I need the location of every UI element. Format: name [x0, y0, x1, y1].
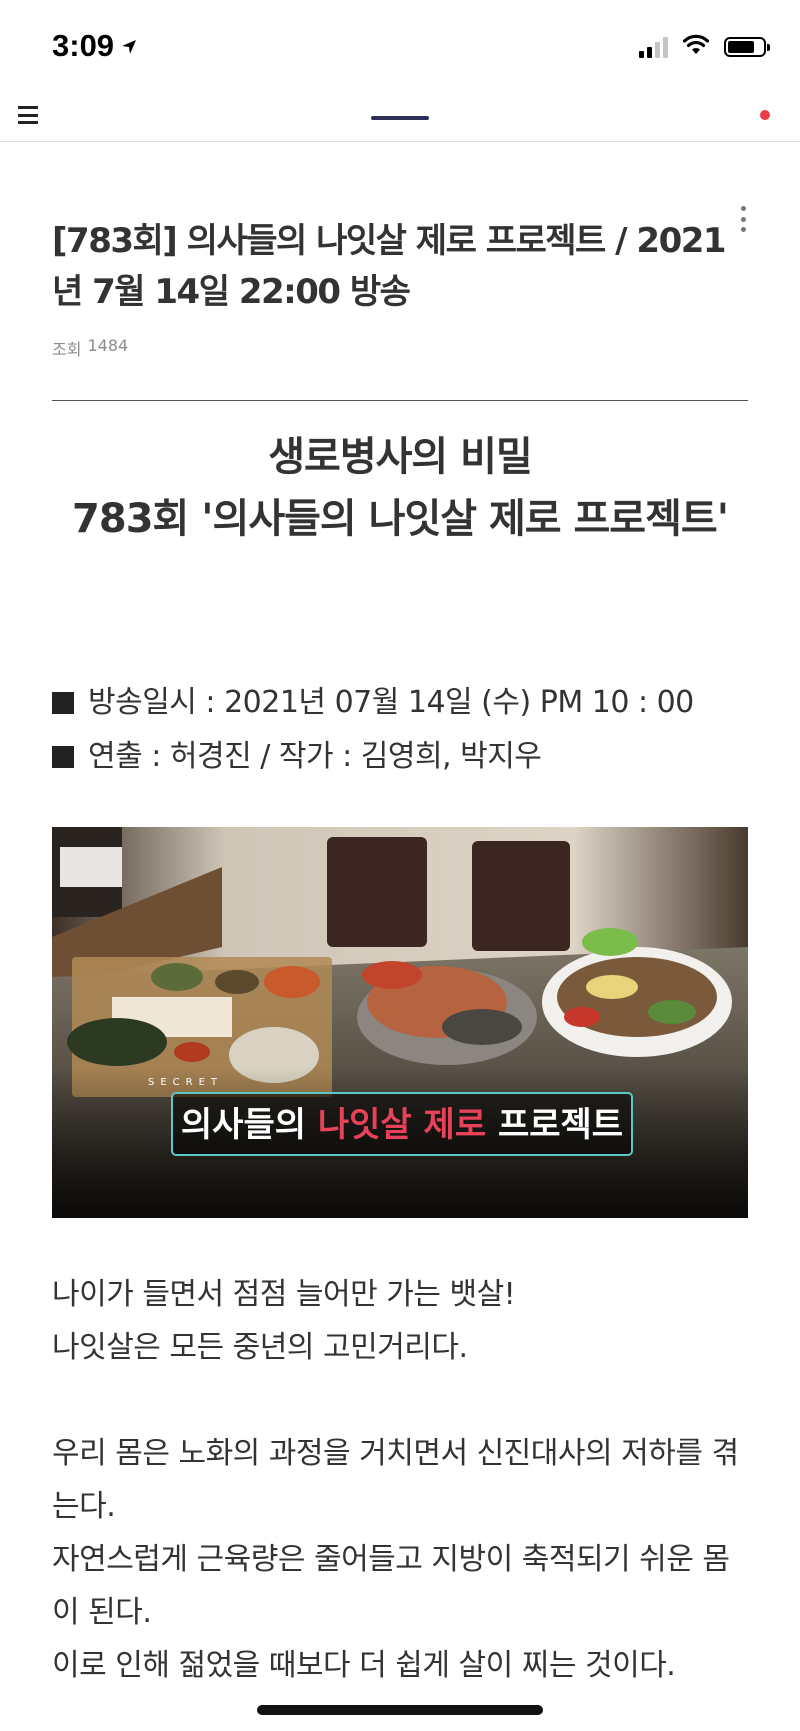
broadcast-date-line: 방송일시 : 2021년 07월 14일 (수) PM 10 : 00 — [52, 676, 762, 730]
cellular-signal-icon — [639, 36, 668, 58]
black-square-icon — [52, 746, 74, 768]
program-heading: 생로병사의 비밀 783회 '의사들의 나잇살 제로 프로젝트' — [52, 426, 748, 550]
broadcast-info: 방송일시 : 2021년 07월 14일 (수) PM 10 : 00 연출 :… — [52, 676, 762, 784]
paragraph-line: 우리 몸은 노화의 과정을 거치면서 신진대사의 저하를 겪는다. — [52, 1436, 739, 1524]
view-count-value: 1484 — [87, 336, 129, 355]
black-square-icon — [52, 692, 74, 714]
paragraph-line: 나잇살은 모든 중년의 고민거리다. — [52, 1330, 468, 1365]
page-indicator — [371, 116, 429, 120]
status-bar: 3:09 — [0, 0, 800, 90]
location-arrow-icon — [120, 28, 138, 64]
notification-dot — [760, 110, 770, 120]
app-nav-bar — [0, 90, 800, 142]
paragraph-line: 나이가 들면서 점점 늘어만 가는 뱃살! — [52, 1277, 516, 1312]
view-count: 조회 1484 — [52, 336, 128, 360]
post-title: [783회] 의사들의 나잇살 제로 프로젝트 / 2021년 7월 14일 2… — [52, 221, 727, 312]
image-caption: 의사들의 나잇살 제로 프로젝트 — [181, 1105, 623, 1145]
status-indicators — [639, 34, 770, 60]
caption-part-1: 의사들의 — [181, 1105, 318, 1145]
episode-image: SECRET 의사들의 나잇살 제로 프로젝트 — [52, 827, 748, 1218]
paragraph-line: 자연스럽게 근육량은 줄어들고 지방이 축적되기 쉬운 몸이 된다. — [52, 1542, 730, 1630]
more-vertical-icon[interactable] — [739, 206, 747, 232]
battery-icon — [724, 37, 770, 57]
hamburger-menu-icon[interactable] — [18, 106, 38, 124]
credits-text: 연출 : 허경진 / 작가 : 김영희, 박지우 — [88, 739, 542, 774]
clock-text: 3:09 — [52, 28, 115, 63]
article-body: 나이가 들면서 점점 늘어만 가는 뱃살! 나잇살은 모든 중년의 고민거리다.… — [52, 1268, 752, 1692]
view-count-label: 조회 — [52, 340, 82, 359]
paragraph-line: 이로 인해 젊었을 때보다 더 쉽게 살이 찌는 것이다. — [52, 1648, 676, 1683]
broadcast-date-text: 방송일시 : 2021년 07월 14일 (수) PM 10 : 00 — [88, 685, 694, 720]
header-divider — [52, 400, 748, 401]
status-time: 3:09 — [52, 28, 138, 64]
caption-part-3: 프로젝트 — [498, 1105, 623, 1145]
wifi-icon — [682, 34, 710, 60]
episode-title: 783회 '의사들의 나잇살 제로 프로젝트' — [72, 496, 729, 542]
program-name: 생로병사의 비밀 — [268, 434, 533, 480]
battery-level — [728, 41, 754, 53]
image-kicker: SECRET — [148, 1077, 223, 1088]
credits-line: 연출 : 허경진 / 작가 : 김영희, 박지우 — [52, 730, 762, 784]
caption-part-2: 나잇살 제로 — [318, 1105, 498, 1145]
home-indicator[interactable] — [257, 1705, 543, 1715]
